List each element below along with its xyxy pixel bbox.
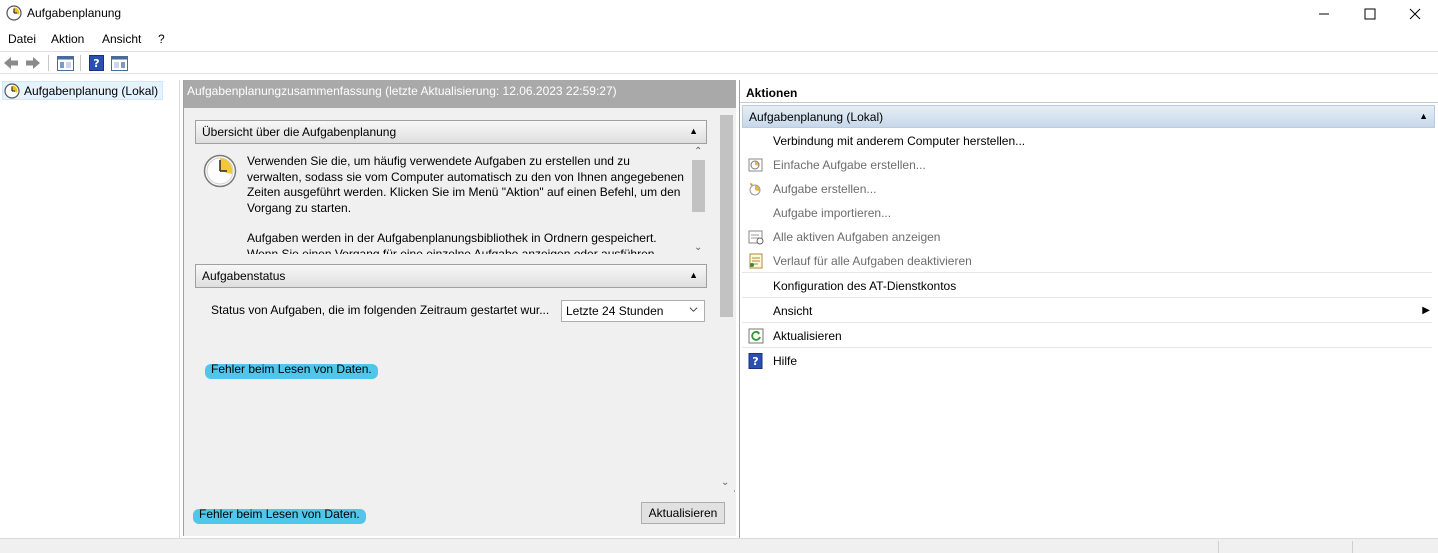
action-help[interactable]: ? Hilfe (742, 349, 1432, 373)
submenu-arrow-icon: ▶ (1422, 305, 1430, 316)
overview-paragraph-2: Aufgaben werden in der Aufgabenplanungsb… (247, 231, 657, 254)
status-period-label: Status von Aufgaben, die im folgenden Ze… (211, 303, 550, 317)
status-error-message: Fehler beim Lesen von Daten. (205, 362, 378, 379)
window-title: Aufgabenplanung (27, 6, 122, 20)
show-hide-console-tree-icon (56, 55, 74, 71)
minimize-icon (1319, 13, 1329, 15)
collapse-caret-icon[interactable]: ▲ (1419, 111, 1428, 121)
scroll-down-icon[interactable]: ⌄ (721, 477, 729, 488)
actions-title: Aktionen (740, 83, 1438, 103)
maximize-icon (1364, 8, 1376, 20)
summary-panel: Aufgabenplanungzusammenfassung (letzte A… (183, 80, 736, 536)
refresh-icon (748, 328, 764, 344)
action-create-basic-task[interactable]: Einfache Aufgabe erstellen... (742, 153, 1432, 177)
actions-group-header[interactable]: Aufgabenplanung (Lokal) ▲ (742, 105, 1435, 128)
forward-arrow-icon (26, 57, 40, 69)
back-arrow-icon (4, 57, 18, 69)
close-button[interactable] (1392, 0, 1438, 28)
create-basic-task-icon (748, 158, 763, 172)
action-label: Verlauf für alle Aufgaben deaktivieren (773, 254, 972, 268)
tree-node-aufgabenplanung-lokal[interactable]: Aufgabenplanung (Lokal) (2, 81, 163, 100)
overview-paragraph-1: Verwenden Sie die, um häufig verwendete … (247, 154, 684, 215)
maximize-button[interactable] (1347, 0, 1393, 28)
actions-group-title: Aufgabenplanung (Lokal) (749, 110, 884, 124)
toolbar: ? (0, 51, 1438, 74)
collapse-caret-icon[interactable]: ▲ (689, 270, 698, 280)
summary-scroll-thumb[interactable] (720, 115, 733, 317)
show-hide-console-tree-button[interactable] (56, 54, 74, 72)
action-label: Aufgabe erstellen... (773, 182, 877, 196)
status-period-select[interactable]: Letzte 24 Stunden (561, 300, 705, 322)
console-tree: Aufgabenplanung (Lokal) (0, 80, 180, 538)
toolbar-separator (48, 55, 49, 71)
show-hide-action-pane-button[interactable] (110, 54, 128, 72)
menu-bar: Datei Aktion Ansicht ? (0, 28, 1438, 50)
summary-footer: Fehler beim Lesen von Daten. Aktualisier… (184, 492, 736, 536)
overview-section-body: Verwenden Sie die, um häufig verwendete … (195, 146, 707, 254)
chevron-down-icon (689, 307, 698, 312)
forward-button[interactable] (24, 54, 42, 72)
action-create-task[interactable]: Aufgabe erstellen... (742, 177, 1432, 201)
action-label: Aufgabe importieren... (773, 206, 892, 220)
clock-icon (203, 154, 237, 188)
action-view[interactable]: Ansicht ▶ (742, 299, 1432, 323)
action-connect-computer[interactable]: Verbindung mit anderem Computer herstell… (742, 129, 1432, 153)
scroll-up-icon[interactable]: ⌃ (694, 146, 702, 157)
action-label: Ansicht (773, 304, 813, 318)
menu-help[interactable]: ? (158, 32, 165, 46)
footer-error-message: Fehler beim Lesen von Daten. (193, 507, 366, 524)
menu-ansicht[interactable]: Ansicht (102, 32, 141, 46)
menu-datei[interactable]: Datei (8, 32, 36, 46)
svg-text:?: ? (752, 355, 758, 368)
svg-text:?: ? (93, 57, 99, 70)
action-refresh[interactable]: Aktualisieren (742, 324, 1432, 348)
overview-scrollbar[interactable]: ⌃ ⌄ (690, 146, 707, 254)
back-button[interactable] (2, 54, 20, 72)
overview-section-title: Übersicht über die Aufgabenplanung (202, 125, 397, 139)
action-at-service-account[interactable]: Konfiguration des AT-Dienstkontos (742, 274, 1432, 298)
summary-header: Aufgabenplanungzusammenfassung (letzte A… (184, 80, 736, 108)
title-bar: Aufgabenplanung (0, 0, 1438, 28)
close-icon (1409, 8, 1421, 20)
status-bar (0, 538, 1438, 553)
overview-text: Verwenden Sie die, um häufig verwendete … (247, 154, 687, 254)
action-label: Aktualisieren (773, 329, 842, 343)
clock-icon (6, 5, 22, 21)
refresh-button[interactable]: Aktualisieren (641, 502, 725, 524)
actions-pane: Aktionen Aufgabenplanung (Lokal) ▲ Verbi… (739, 80, 1438, 538)
status-bar-divider (1352, 541, 1353, 553)
status-section-header[interactable]: Aufgabenstatus ▲ (195, 264, 707, 288)
status-bar-divider (1218, 541, 1219, 553)
minimize-button[interactable] (1301, 0, 1347, 28)
help-button[interactable]: ? (87, 54, 105, 72)
running-tasks-icon (748, 230, 764, 245)
tree-node-label: Aufgabenplanung (Lokal) (24, 83, 159, 98)
action-label: Konfiguration des AT-Dienstkontos (773, 279, 957, 293)
action-label: Verbindung mit anderem Computer herstell… (773, 134, 1026, 148)
show-hide-action-pane-icon (110, 55, 128, 71)
summary-scroll-area: Übersicht über die Aufgabenplanung ▲ Ver… (184, 108, 736, 490)
status-section-body: Status von Aufgaben, die im folgenden Ze… (195, 290, 707, 490)
toolbar-separator (80, 55, 81, 71)
action-label: Alle aktiven Aufgaben anzeigen (773, 230, 941, 244)
action-disable-history[interactable]: Verlauf für alle Aufgaben deaktivieren (742, 249, 1432, 273)
action-label: Einfache Aufgabe erstellen... (773, 158, 926, 172)
clock-icon (4, 82, 20, 99)
status-section-title: Aufgabenstatus (202, 269, 286, 283)
overview-scroll-thumb[interactable] (692, 160, 705, 212)
status-period-value: Letzte 24 Stunden (566, 304, 664, 318)
action-show-running-tasks[interactable]: Alle aktiven Aufgaben anzeigen (742, 225, 1432, 249)
create-task-icon (749, 183, 761, 196)
summary-scrollbar[interactable]: ⌄ (718, 108, 735, 490)
help-icon: ? (748, 353, 763, 369)
menu-aktion[interactable]: Aktion (51, 32, 84, 46)
overview-section-header[interactable]: Übersicht über die Aufgabenplanung ▲ (195, 120, 707, 144)
action-import-task[interactable]: Aufgabe importieren... (742, 201, 1432, 225)
history-icon (749, 253, 763, 269)
action-label: Hilfe (773, 354, 798, 368)
scroll-down-icon[interactable]: ⌄ (694, 242, 702, 253)
help-icon: ? (88, 55, 104, 71)
collapse-caret-icon[interactable]: ▲ (689, 126, 698, 136)
